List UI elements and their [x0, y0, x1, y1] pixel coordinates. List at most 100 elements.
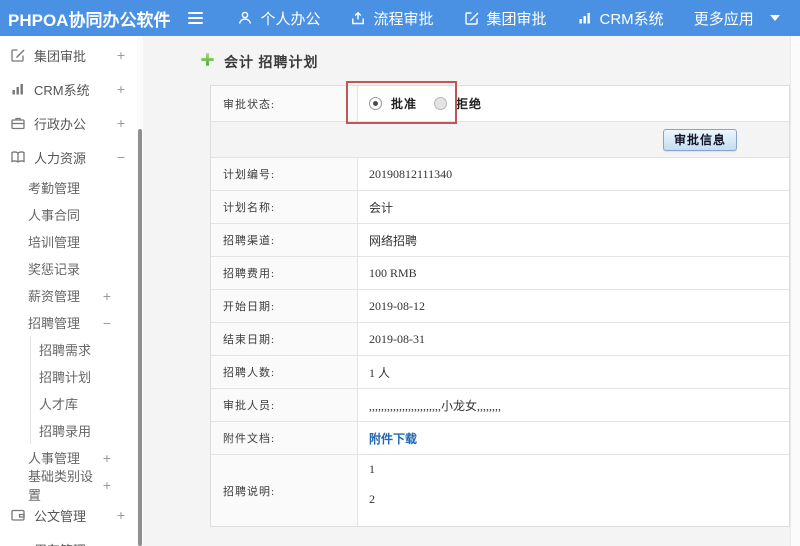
- field-label: 招聘渠道:: [211, 224, 358, 256]
- table-row-start-date: 开始日期: 2019-08-12: [211, 290, 789, 323]
- sidebar-item-recruit-hire[interactable]: 招聘录用: [31, 417, 137, 444]
- table-row-recruit-cost: 招聘费用: 100 RMB: [211, 257, 789, 290]
- sidebar-item-label: 薪资管理: [28, 289, 81, 304]
- sidebar-item-training-mgmt[interactable]: 培训管理: [0, 228, 137, 255]
- approve-radio[interactable]: [369, 97, 382, 110]
- sidebar-item-label: 招聘录用: [39, 424, 92, 439]
- expand-plus-icon[interactable]: +: [117, 116, 125, 130]
- sidebar-item-talent-pool[interactable]: 人才库: [31, 390, 137, 417]
- nav-group-approval[interactable]: 集团审批: [464, 8, 547, 29]
- field-value: 20190812111340: [358, 158, 789, 190]
- page-title-text: 会计 招聘计划: [224, 56, 319, 71]
- table-row-approvers: 审批人员: ,,,,,,,,,,,,,,,,,,,,,,,,小龙女,,,,,,,…: [211, 389, 789, 422]
- table-row-recruit-channel: 招聘渠道: 网络招聘: [211, 224, 789, 257]
- bar-chart-icon: [10, 81, 26, 97]
- page-title: 会计 招聘计划: [200, 52, 319, 72]
- field-value: 1 2: [358, 455, 789, 526]
- sidebar-item-label: 培训管理: [28, 235, 81, 250]
- expand-plus-icon[interactable]: +: [117, 48, 125, 62]
- field-label: 招聘说明:: [211, 455, 358, 526]
- app-logo[interactable]: PHPOA协同办公软件: [0, 6, 170, 31]
- nav-more-apps[interactable]: 更多应用: [694, 8, 780, 29]
- green-plus-icon: [200, 52, 215, 72]
- sidebar-item-hr-contract[interactable]: 人事合同: [0, 201, 137, 228]
- caret-down-icon: [769, 15, 780, 21]
- table-row-attachment: 附件文档: 附件下载: [211, 422, 789, 455]
- field-label: 开始日期:: [211, 290, 358, 322]
- sidebar-item-label: 集团审批: [34, 48, 87, 64]
- edit-square-icon: [10, 47, 26, 63]
- sidebar-item-label: 人才库: [39, 397, 79, 412]
- field-label: 招聘费用:: [211, 257, 358, 289]
- nav-label: 个人办公: [260, 10, 321, 28]
- nav-crm-system[interactable]: CRM系统: [577, 8, 664, 29]
- sidebar-item-recruit-plan[interactable]: 招聘计划: [31, 363, 137, 390]
- expand-plus-icon[interactable]: +: [103, 289, 111, 303]
- sidebar-item-human-resources[interactable]: 人力资源 −: [0, 140, 137, 174]
- sidebar-item-recruit-mgmt[interactable]: 招聘管理 −: [0, 309, 137, 336]
- field-value: 会计: [358, 191, 789, 223]
- sidebar-item-attendance-mgmt[interactable]: 考勤管理: [0, 174, 137, 201]
- sidebar-item-label: 招聘管理: [28, 316, 81, 331]
- table-row-headcount: 招聘人数: 1 人: [211, 356, 789, 389]
- sidebar-item-label: 奖惩记录: [28, 262, 81, 277]
- approval-info-button[interactable]: 审批信息: [662, 128, 737, 151]
- table-row-plan-number: 计划编号: 20190812111340: [211, 158, 789, 191]
- edit-square-icon: [464, 10, 480, 26]
- reject-radio-label[interactable]: 拒绝: [456, 95, 482, 112]
- field-label: 计划名称:: [211, 191, 358, 223]
- table-row-actions: 审批信息: [211, 122, 789, 158]
- expand-plus-icon[interactable]: +: [103, 451, 111, 465]
- field-label: 招聘人数:: [211, 356, 358, 388]
- scrollbar-thumb[interactable]: [138, 129, 142, 546]
- nav-label: 集团审批: [486, 10, 547, 28]
- sidebar-item-group-approval[interactable]: 集团审批 +: [0, 38, 137, 72]
- field-value: 1 人: [358, 356, 789, 388]
- collapse-minus-icon[interactable]: −: [117, 150, 125, 164]
- approval-radio-group: 批准 拒绝: [369, 95, 490, 112]
- field-label: 计划编号:: [211, 158, 358, 190]
- sidebar-item-vehicle-mgmt[interactable]: 用车管理 +: [0, 532, 137, 546]
- car-icon: [10, 541, 26, 546]
- nav-flow-approval[interactable]: 流程审批: [350, 8, 434, 29]
- field-label: 审批状态:: [211, 86, 358, 121]
- top-header: PHPOA协同办公软件 个人办公 流程审批 集团审批 CRM系统 更多应用: [0, 0, 800, 36]
- expand-plus-icon[interactable]: +: [103, 478, 111, 492]
- sidebar-item-label: 招聘计划: [39, 370, 92, 385]
- expand-plus-icon[interactable]: +: [117, 82, 125, 96]
- briefcase-icon: [10, 115, 26, 131]
- flow-approval-icon: [350, 10, 366, 26]
- sidebar-item-label: 基础类别设置: [28, 468, 94, 503]
- recruit-plan-detail-table: 审批状态: 批准 拒绝 审批信息 计划编号: 20190812111340 计划…: [210, 85, 790, 527]
- collapse-minus-icon[interactable]: −: [103, 316, 111, 330]
- page-scrollbar-track[interactable]: [790, 36, 800, 546]
- field-label: 审批人员:: [211, 389, 358, 421]
- sidebar-item-label: 人事合同: [28, 208, 81, 223]
- sidebar-item-label: CRM系统: [34, 82, 90, 98]
- reject-radio[interactable]: [434, 97, 448, 110]
- person-icon: [237, 10, 253, 26]
- sidebar-item-crm-system[interactable]: CRM系统 +: [0, 72, 137, 106]
- table-row-plan-name: 计划名称: 会计: [211, 191, 789, 224]
- sidebar-item-rewards-records[interactable]: 奖惩记录: [0, 255, 137, 282]
- approve-radio-label[interactable]: 批准: [391, 95, 417, 112]
- sidebar-item-admin-office[interactable]: 行政办公 +: [0, 106, 137, 140]
- sidebar-item-recruit-demand[interactable]: 招聘需求: [31, 336, 137, 363]
- nav-label: 更多应用: [693, 10, 754, 28]
- field-value: 网络招聘: [358, 224, 789, 256]
- sidebar-item-salary-mgmt[interactable]: 薪资管理 +: [0, 282, 137, 309]
- attachment-download-link[interactable]: 附件下载: [369, 430, 417, 447]
- bar-chart-icon: [577, 10, 593, 26]
- sidebar-item-label: 用车管理: [34, 540, 86, 546]
- sidebar-item-base-category-settings[interactable]: 基础类别设置 +: [0, 469, 137, 503]
- nav-personal-office[interactable]: 个人办公: [237, 8, 320, 29]
- top-navigation: 个人办公 流程审批 集团审批 CRM系统 更多应用: [207, 8, 780, 29]
- expand-plus-icon[interactable]: +: [117, 508, 125, 522]
- sidebar: 集团审批 + CRM系统 + 行政办公 + 人力资源 − 考勤管理 人事合同 培…: [0, 36, 137, 546]
- sidebar-item-label: 行政办公: [34, 116, 87, 132]
- field-label: 结束日期:: [211, 323, 358, 355]
- expand-plus-icon[interactable]: +: [117, 542, 125, 546]
- hamburger-menu-icon[interactable]: [184, 8, 207, 28]
- table-row-end-date: 结束日期: 2019-08-31: [211, 323, 789, 356]
- recruit-submenu: 招聘需求 招聘计划 人才库 招聘录用: [30, 336, 137, 444]
